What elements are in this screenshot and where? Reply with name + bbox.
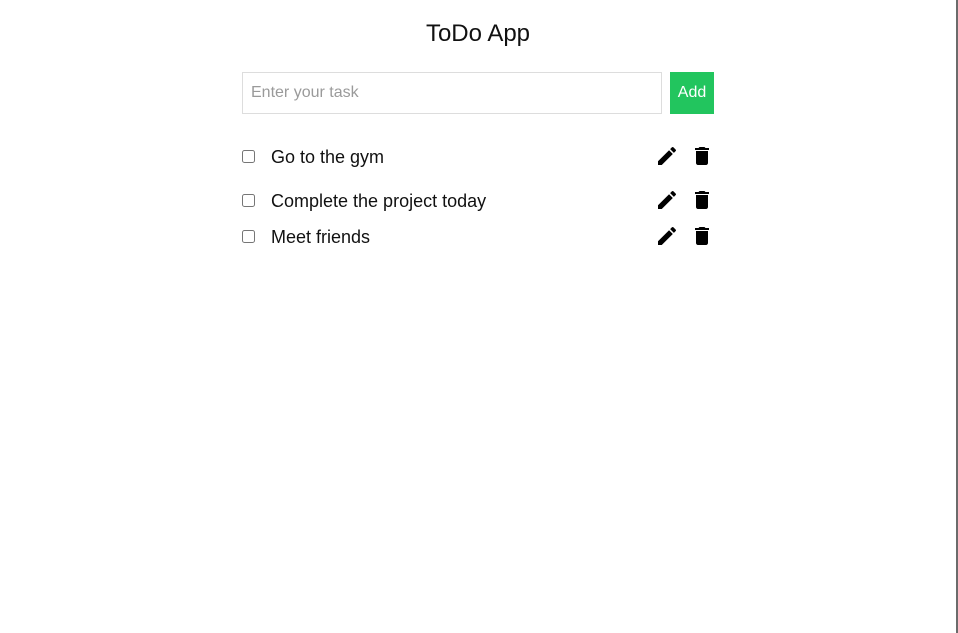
todo-text: Complete the project today [271, 191, 487, 211]
trash-icon[interactable] [690, 224, 714, 248]
pencil-icon[interactable] [655, 188, 679, 212]
add-task-form: Add [242, 72, 714, 114]
todo-page: ToDo App Add Go to the gym Complete the … [0, 0, 958, 633]
trash-icon[interactable] [690, 144, 714, 168]
todo-text: Go to the gym [271, 147, 385, 167]
pencil-icon[interactable] [655, 224, 679, 248]
page-title: ToDo App [425, 20, 531, 47]
todo-checkbox[interactable] [242, 230, 255, 243]
add-button[interactable]: Add [670, 72, 714, 114]
trash-icon[interactable] [690, 188, 714, 212]
todo-item: Go to the gym [242, 142, 714, 172]
todo-checkbox[interactable] [242, 194, 255, 207]
todo-checkbox[interactable] [242, 150, 255, 163]
pencil-icon[interactable] [655, 144, 679, 168]
task-input[interactable] [242, 72, 662, 114]
todo-item: Meet friends [242, 222, 714, 252]
todo-item: Complete the project today [242, 186, 714, 216]
todo-text: Meet friends [271, 227, 371, 247]
